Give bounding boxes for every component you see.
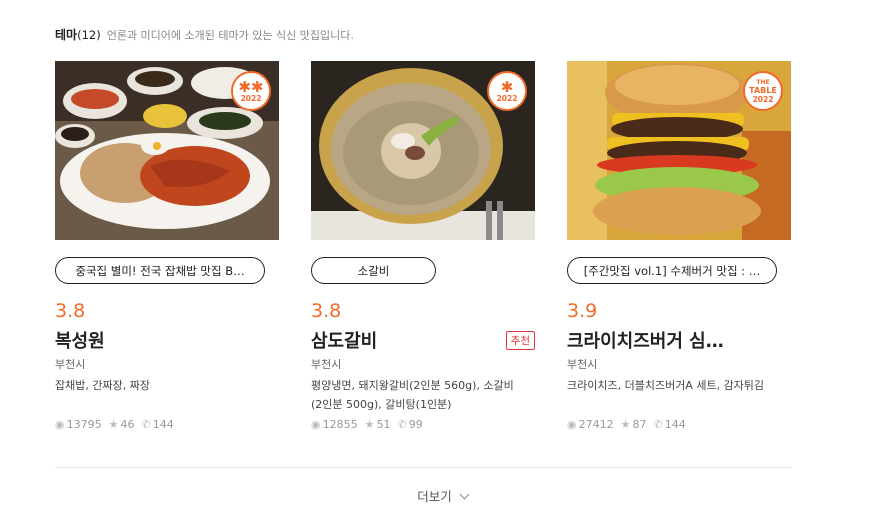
theme-tag-button[interactable]: 소갈비	[311, 257, 436, 284]
call-count: 99	[408, 418, 423, 431]
restaurant-name[interactable]: 복성원	[55, 327, 105, 353]
theme-tag-button[interactable]: [주간맛집 vol.1] 수제버거 맛집 : …	[567, 257, 777, 284]
phone-icon: ✆	[397, 418, 407, 431]
restaurant-name[interactable]: 삼도갈비	[311, 327, 377, 353]
award-badge: ✱✱ 2022	[231, 71, 271, 111]
badge-top: THE	[756, 78, 770, 86]
award-badge: ✱ 2022	[487, 71, 527, 111]
badge-symbol: ✱✱	[238, 77, 264, 96]
restaurant-stats: ◉ 12855 ★ 51 ✆ 99	[311, 418, 423, 431]
restaurant-photo[interactable]: THE TABLE 2022	[567, 61, 791, 240]
restaurant-location: 부천시	[55, 358, 86, 371]
more-label: 더보기	[417, 489, 452, 504]
restaurant-location: 부천시	[311, 358, 342, 371]
rating: 3.9	[567, 300, 598, 322]
phone-icon: ✆	[653, 418, 663, 431]
theme-count: (12)	[77, 28, 101, 42]
star-icon: ★	[364, 418, 375, 431]
eye-icon: ◉	[567, 418, 577, 431]
restaurant-menu: 잡채밥, 간짜장, 짜장	[55, 379, 150, 392]
rating: 3.8	[311, 300, 342, 322]
rating: 3.8	[55, 300, 86, 322]
star-count: 51	[376, 418, 391, 431]
restaurant-location: 부천시	[567, 358, 598, 371]
award-badge: THE TABLE 2022	[743, 71, 783, 111]
restaurant-stats: ◉ 13795 ★ 46 ✆ 144	[55, 418, 174, 431]
badge-year: 2022	[496, 93, 518, 103]
star-count: 87	[632, 418, 647, 431]
theme-tag-button[interactable]: 중국집 별미! 전국 잡채밥 맛집 B…	[55, 257, 265, 284]
call-count: 144	[664, 418, 686, 431]
recommend-badge: 추천	[505, 331, 535, 350]
theme-title: 테마	[55, 28, 78, 42]
badge-symbol: TABLE	[749, 85, 777, 95]
badge-year: 2022	[240, 93, 262, 103]
restaurant-card[interactable]: THE TABLE 2022 [주간맛집 vol.1] 수제버거 맛집 : … …	[567, 61, 791, 431]
phone-icon: ✆	[141, 418, 151, 431]
view-count: 27412	[578, 418, 614, 431]
badge-symbol: ✱	[500, 77, 514, 96]
restaurant-stats: ◉ 27412 ★ 87 ✆ 144	[567, 418, 686, 431]
eye-icon: ◉	[311, 418, 321, 431]
restaurant-photo[interactable]: ✱✱ 2022	[55, 61, 279, 240]
star-icon: ★	[108, 418, 119, 431]
restaurant-card[interactable]: ✱✱ 2022 중국집 별미! 전국 잡채밥 맛집 B… 3.8 복성원 부천시…	[55, 61, 279, 431]
section-divider	[55, 467, 792, 468]
star-icon: ★	[620, 418, 631, 431]
call-count: 144	[152, 418, 174, 431]
restaurant-photo[interactable]: ✱ 2022	[311, 61, 535, 240]
restaurant-menu: 크라이치즈, 더블치즈버거A 세트, 감자튀김	[567, 379, 765, 392]
view-count: 13795	[66, 418, 102, 431]
eye-icon: ◉	[55, 418, 65, 431]
more-button[interactable]: 더보기	[0, 486, 885, 505]
view-count: 12855	[322, 418, 358, 431]
restaurant-menu: 평양냉면, 돼지왕갈비(2인분 560g), 소갈비(2인분 500g), 갈비…	[311, 379, 514, 411]
theme-header: 테마 (12) 언론과 미디어에 소개된 테마가 있는 식신 맛집입니다.	[55, 26, 354, 43]
restaurant-name[interactable]: 크라이치즈버거 심…	[567, 327, 724, 353]
theme-description: 언론과 미디어에 소개된 테마가 있는 식신 맛집입니다.	[106, 29, 354, 42]
star-count: 46	[120, 418, 135, 431]
badge-year: 2022	[752, 94, 774, 104]
restaurant-card[interactable]: ✱ 2022 소갈비 3.8 삼도갈비 추천 부천시 평양냉면, 돼지왕갈비(2…	[311, 61, 535, 431]
chevron-down-icon	[459, 489, 470, 500]
